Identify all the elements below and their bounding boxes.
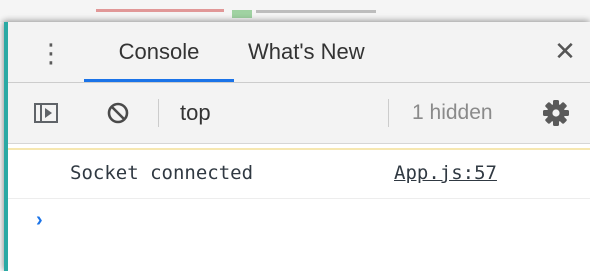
background-page-badge — [232, 10, 252, 18]
toolbar-divider — [388, 99, 389, 127]
close-icon: ✕ — [554, 36, 576, 66]
page-background-strip — [0, 0, 590, 22]
tab-console[interactable]: Console — [84, 22, 234, 82]
console-message: Socket connected App.js:57 — [8, 148, 590, 199]
hidden-messages-count: 1 hidden — [412, 101, 493, 124]
message-text: Socket connected — [70, 162, 254, 184]
background-page-text — [96, 9, 224, 22]
close-drawer-button[interactable]: ✕ — [548, 34, 582, 68]
console-settings-button[interactable] — [542, 99, 570, 127]
context-selector[interactable]: top — [180, 83, 211, 143]
drawer-tabbar: ⋮ Console What's New ✕ — [8, 22, 590, 83]
show-sidebar-icon — [34, 103, 58, 123]
show-sidebar-button[interactable] — [34, 103, 58, 123]
devtools-drawer: ⋮ Console What's New ✕ top 1 hidden Sock… — [4, 22, 590, 271]
background-page-text — [256, 10, 376, 21]
clear-console-button[interactable] — [106, 101, 130, 125]
tab-whats-new[interactable]: What's New — [248, 22, 365, 82]
active-tab-indicator — [84, 79, 234, 82]
prompt-chevron-icon: › — [36, 209, 43, 231]
console-input[interactable] — [70, 206, 570, 236]
console-messages: Socket connected App.js:57 › — [8, 144, 590, 271]
clear-console-icon — [107, 102, 129, 124]
console-prompt[interactable]: › — [8, 200, 590, 240]
toolbar-divider — [158, 99, 159, 127]
message-source-link[interactable]: App.js:57 — [394, 150, 497, 196]
kebab-menu-icon[interactable]: ⋮ — [38, 38, 64, 68]
gear-icon — [543, 100, 569, 126]
console-toolbar: top 1 hidden — [8, 83, 590, 144]
